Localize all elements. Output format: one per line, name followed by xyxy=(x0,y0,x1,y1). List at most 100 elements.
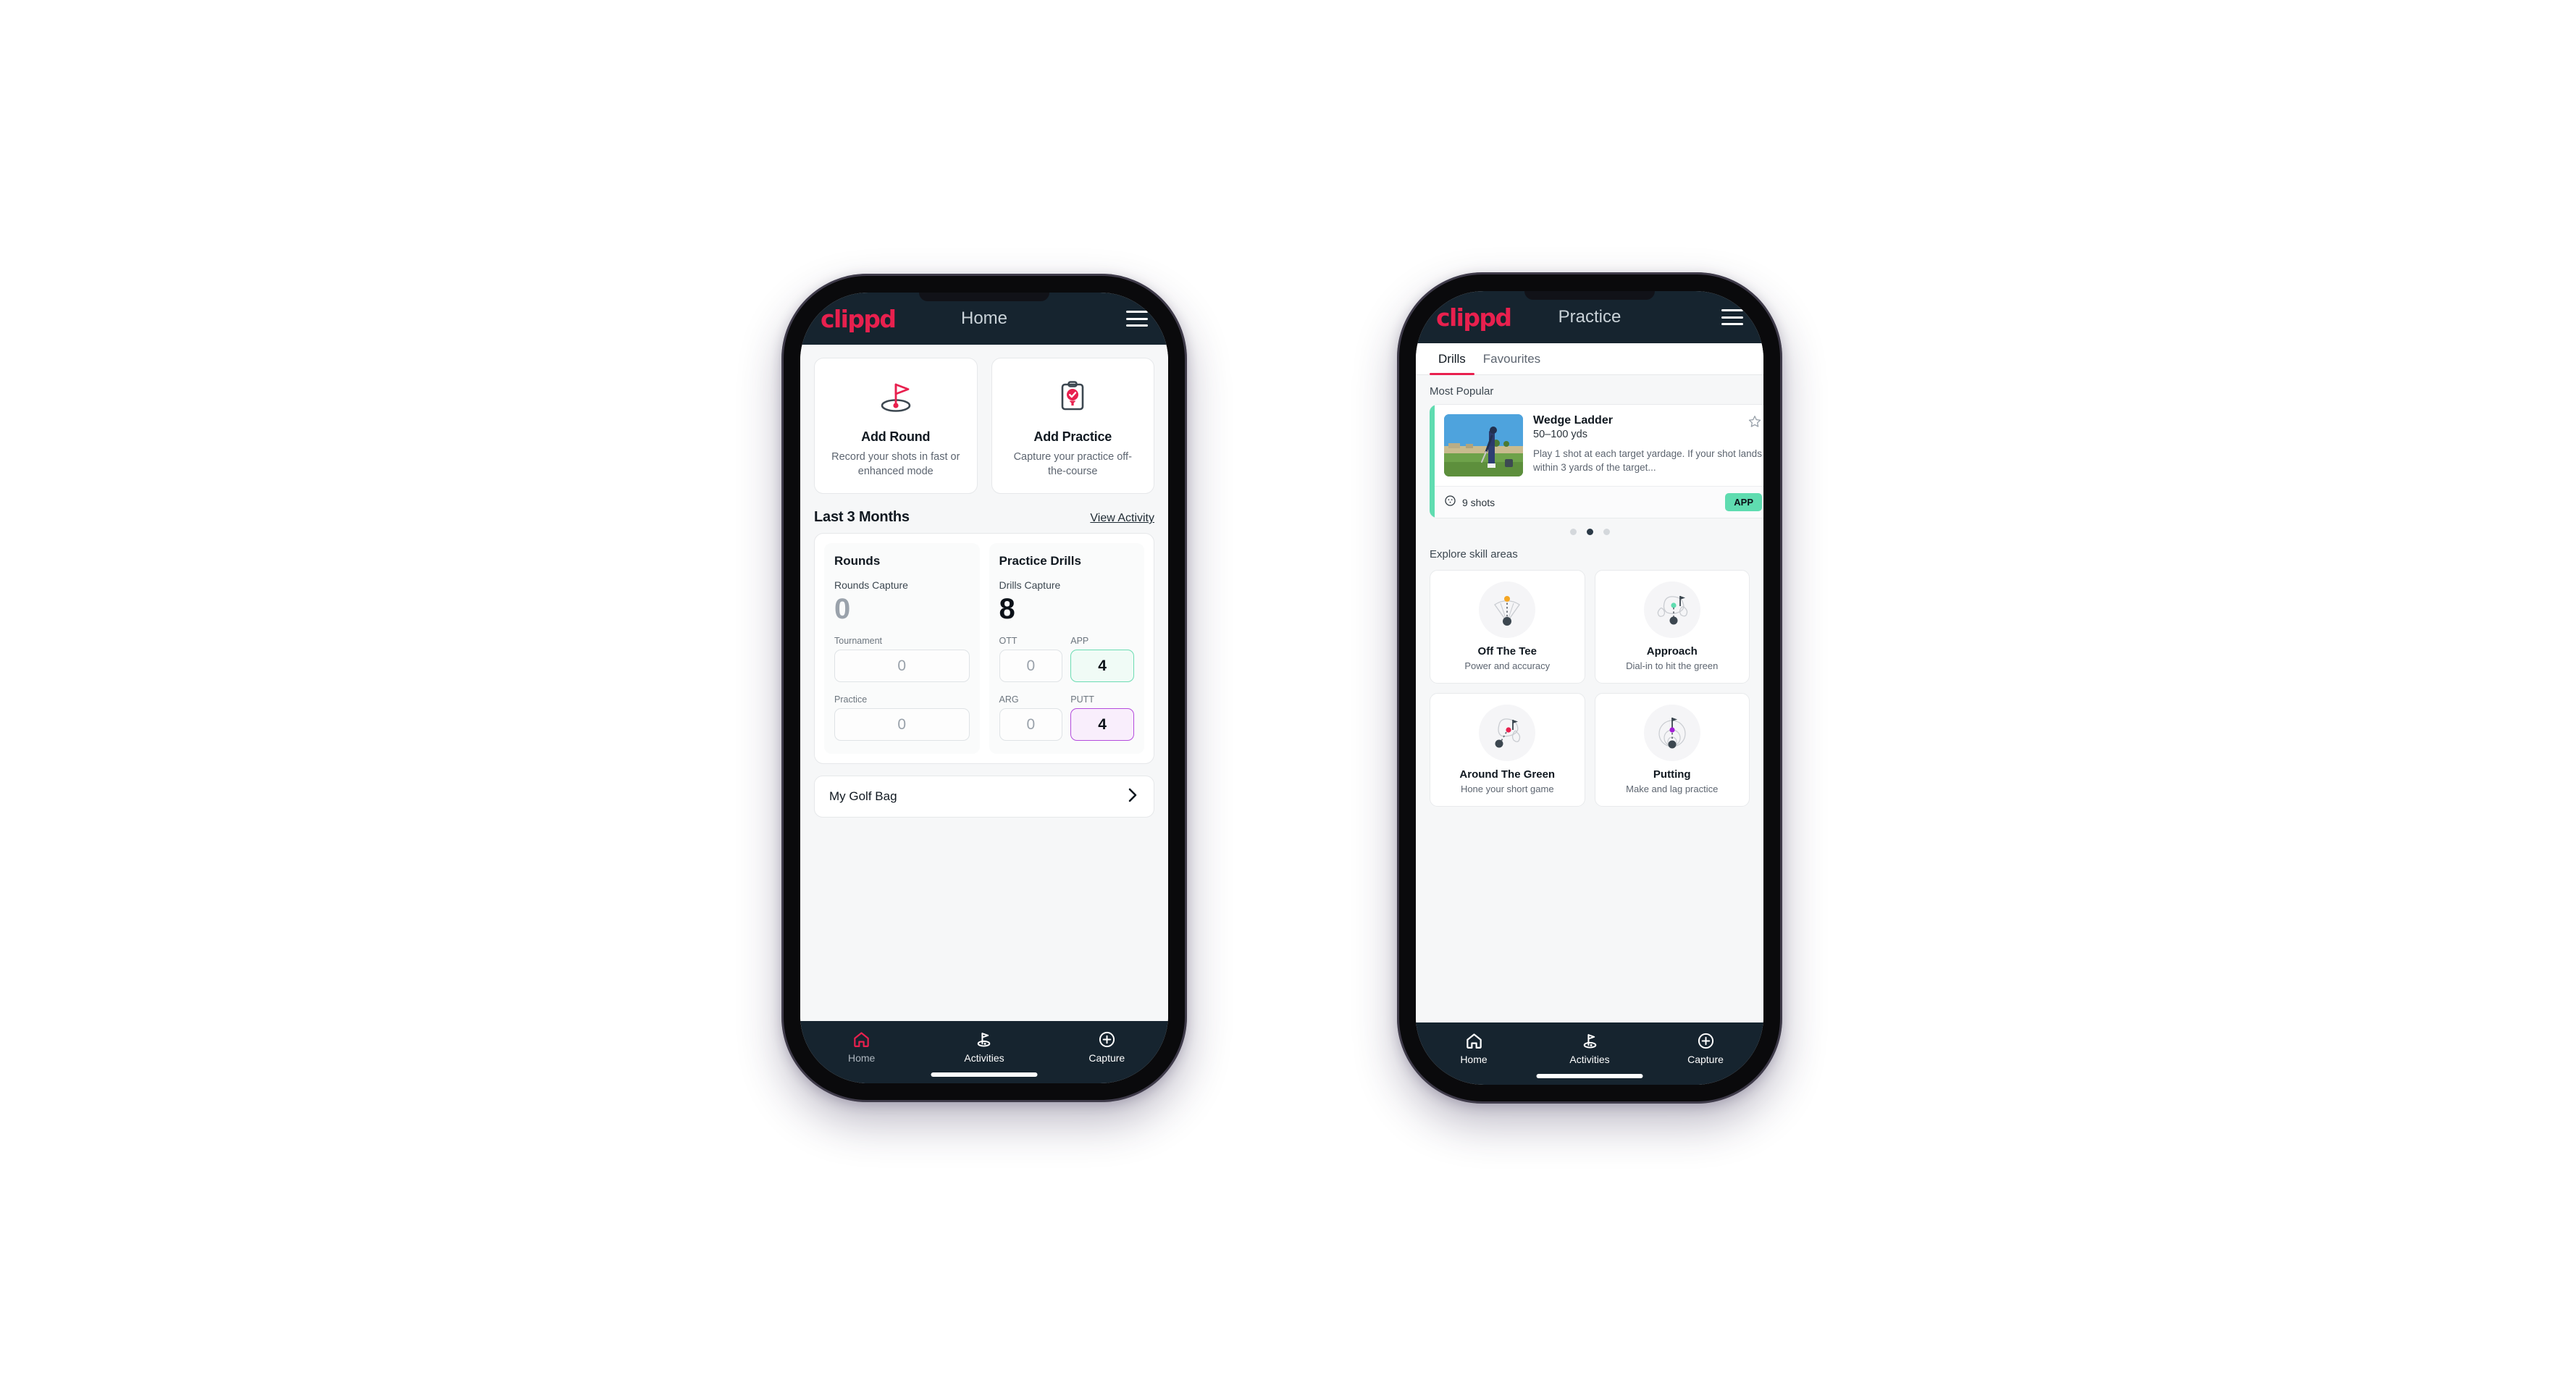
home-indicator xyxy=(1536,1074,1643,1078)
hamburger-icon[interactable] xyxy=(1721,309,1743,325)
my-golf-bag-label: My Golf Bag xyxy=(829,789,897,803)
explore-skill-areas-label: Explore skill areas xyxy=(1430,548,1518,560)
rounds-title: Rounds xyxy=(834,554,881,568)
golf-flag-hole-icon xyxy=(876,374,916,419)
rounds-capture-value: 0 xyxy=(834,593,850,625)
home-indicator xyxy=(931,1072,1038,1077)
ott-value[interactable]: 0 xyxy=(999,650,1063,682)
star-outline-icon[interactable] xyxy=(1748,414,1762,432)
plus-circle-icon xyxy=(1697,1031,1715,1050)
chip-green-icon xyxy=(1479,705,1536,761)
nav-label-home: Home xyxy=(847,1052,876,1064)
home-content: Add Round Record your shots in fast or e… xyxy=(800,345,1168,1021)
add-practice-title: Add Practice xyxy=(1033,429,1112,444)
drill-head: Wedge Ladder 50–100 yds xyxy=(1533,414,1762,440)
nav-label-activities: Activities xyxy=(964,1052,1004,1064)
nav-item-activities[interactable]: Activities xyxy=(1532,1031,1648,1065)
bottom-nav-home: Home Activities Capture xyxy=(800,1021,1168,1083)
app-value[interactable]: 4 xyxy=(1070,650,1134,682)
skill-card-approach[interactable]: Approach Dial-in to hit the green xyxy=(1594,570,1750,684)
nav-label-capture: Capture xyxy=(1088,1052,1125,1064)
add-practice-card[interactable]: Add Practice Capture your practice off-t… xyxy=(991,358,1154,494)
bottom-nav-practice: Home Activities Capture xyxy=(1416,1022,1763,1085)
nav-item-home[interactable]: Home xyxy=(1416,1031,1532,1065)
view-activity-link[interactable]: View Activity xyxy=(1090,512,1154,525)
putt-value[interactable]: 4 xyxy=(1070,708,1134,741)
stats-card: Rounds Rounds Capture 0 Tournament 0 Pra… xyxy=(814,533,1154,764)
chevron-right-icon xyxy=(1126,787,1139,807)
drill-yardage: 50–100 yds xyxy=(1533,429,1587,440)
drill-carousel[interactable]: Wedge Ladder 50–100 yds Play 1 shot at e… xyxy=(1416,404,1763,518)
tab-drills[interactable]: Drills xyxy=(1430,343,1474,375)
golf-flag-icon xyxy=(1581,1031,1599,1050)
skill-title: Putting xyxy=(1653,768,1691,781)
my-golf-bag-row[interactable]: My Golf Bag xyxy=(814,776,1154,818)
skill-card-off-the-tee[interactable]: Off The Tee Power and accuracy xyxy=(1430,570,1585,684)
section-title: Last 3 Months xyxy=(814,509,910,525)
drill-description: Play 1 shot at each target yardage. If y… xyxy=(1533,448,1762,474)
nav-item-capture[interactable]: Capture xyxy=(1648,1031,1763,1065)
skill-card-around-the-green[interactable]: Around The Green Hone your short game xyxy=(1430,693,1585,807)
add-round-card[interactable]: Add Round Record your shots in fast or e… xyxy=(814,358,978,494)
putting-rings-icon xyxy=(1643,705,1700,761)
skill-sub: Make and lag practice xyxy=(1626,784,1719,794)
tournament-value[interactable]: 0 xyxy=(834,650,970,682)
nav-label-activities: Activities xyxy=(1569,1054,1610,1065)
green-flag-icon xyxy=(1643,581,1700,638)
carousel-dots[interactable] xyxy=(1416,518,1763,538)
skill-title: Approach xyxy=(1646,645,1698,658)
skill-title: Off The Tee xyxy=(1477,645,1537,658)
nav-item-capture[interactable]: Capture xyxy=(1046,1030,1168,1064)
carousel-dot-1[interactable] xyxy=(1569,529,1577,535)
practice-tabs: Drills Favourites xyxy=(1416,343,1763,375)
clippd-logo[interactable]: clippd xyxy=(821,305,897,333)
skill-sub: Hone your short game xyxy=(1460,784,1554,794)
skill-card-putting[interactable]: Putting Make and lag practice xyxy=(1594,693,1750,807)
screen-practice: clippd Practice Drills Favourites Most P… xyxy=(1416,291,1763,1085)
phone-mockup-home: clippd Home Add Round Record your shots … xyxy=(781,274,1187,1102)
quick-actions-row: Add Round Record your shots in fast or e… xyxy=(800,345,1168,494)
nav-label-home: Home xyxy=(1460,1054,1488,1065)
carousel-dot-3[interactable] xyxy=(1603,529,1610,535)
golf-flag-icon xyxy=(975,1030,993,1049)
drills-capture-label: Drills Capture xyxy=(999,579,1061,591)
home-icon xyxy=(852,1030,870,1049)
tee-fan-icon xyxy=(1479,581,1536,638)
drill-accent-bar xyxy=(1430,405,1435,518)
plus-circle-icon xyxy=(1098,1030,1116,1049)
arg-value[interactable]: 0 xyxy=(999,708,1063,741)
most-popular-label: Most Popular xyxy=(1430,385,1494,398)
phone-mockup-practice: clippd Practice Drills Favourites Most P… xyxy=(1397,272,1782,1104)
nav-item-activities[interactable]: Activities xyxy=(923,1030,1045,1064)
drill-category-badge: APP xyxy=(1725,493,1762,511)
target-circle-icon xyxy=(1444,495,1456,511)
screen-home: clippd Home Add Round Record your shots … xyxy=(800,293,1168,1083)
drill-card-wedge-ladder[interactable]: Wedge Ladder 50–100 yds Play 1 shot at e… xyxy=(1430,404,1763,518)
skill-sub: Power and accuracy xyxy=(1464,660,1551,671)
tab-favourites[interactable]: Favourites xyxy=(1474,343,1549,374)
add-practice-desc: Capture your practice off-the-course xyxy=(1013,451,1132,477)
add-round-title: Add Round xyxy=(861,429,931,444)
home-icon xyxy=(1465,1031,1483,1050)
rounds-column: Rounds Rounds Capture 0 Tournament 0 Pra… xyxy=(824,543,980,754)
putt-label: PUTT xyxy=(1070,694,1094,705)
carousel-dot-2[interactable] xyxy=(1586,529,1593,535)
skill-areas-grid: Off The Tee Power and accuracy Approach … xyxy=(1416,567,1763,807)
drill-shots-count: 9 shots xyxy=(1462,496,1495,508)
last-3-months-header: Last 3 Months View Activity xyxy=(800,494,1168,533)
ott-label: OTT xyxy=(999,636,1018,646)
canvas: clippd Home Add Round Record your shots … xyxy=(0,0,2576,1386)
hamburger-icon[interactable] xyxy=(1126,311,1148,327)
skill-sub: Dial-in to hit the green xyxy=(1626,660,1719,671)
drill-fields-row-2: ARG 0 PUTT 4 xyxy=(999,682,1134,741)
drills-column: Practice Drills Drills Capture 8 OTT 0 A… xyxy=(989,543,1144,754)
drill-title: Wedge Ladder xyxy=(1533,414,1613,427)
phone-notch xyxy=(919,293,1049,301)
practice-label: Practice xyxy=(834,694,868,705)
phone-notch xyxy=(1524,291,1655,300)
drill-fields-row-1: OTT 0 APP 4 xyxy=(999,623,1134,682)
nav-item-home[interactable]: Home xyxy=(800,1030,923,1064)
practice-value[interactable]: 0 xyxy=(834,708,970,741)
clipboard-check-tee-icon xyxy=(1052,374,1093,419)
clippd-logo[interactable]: clippd xyxy=(1436,303,1512,332)
